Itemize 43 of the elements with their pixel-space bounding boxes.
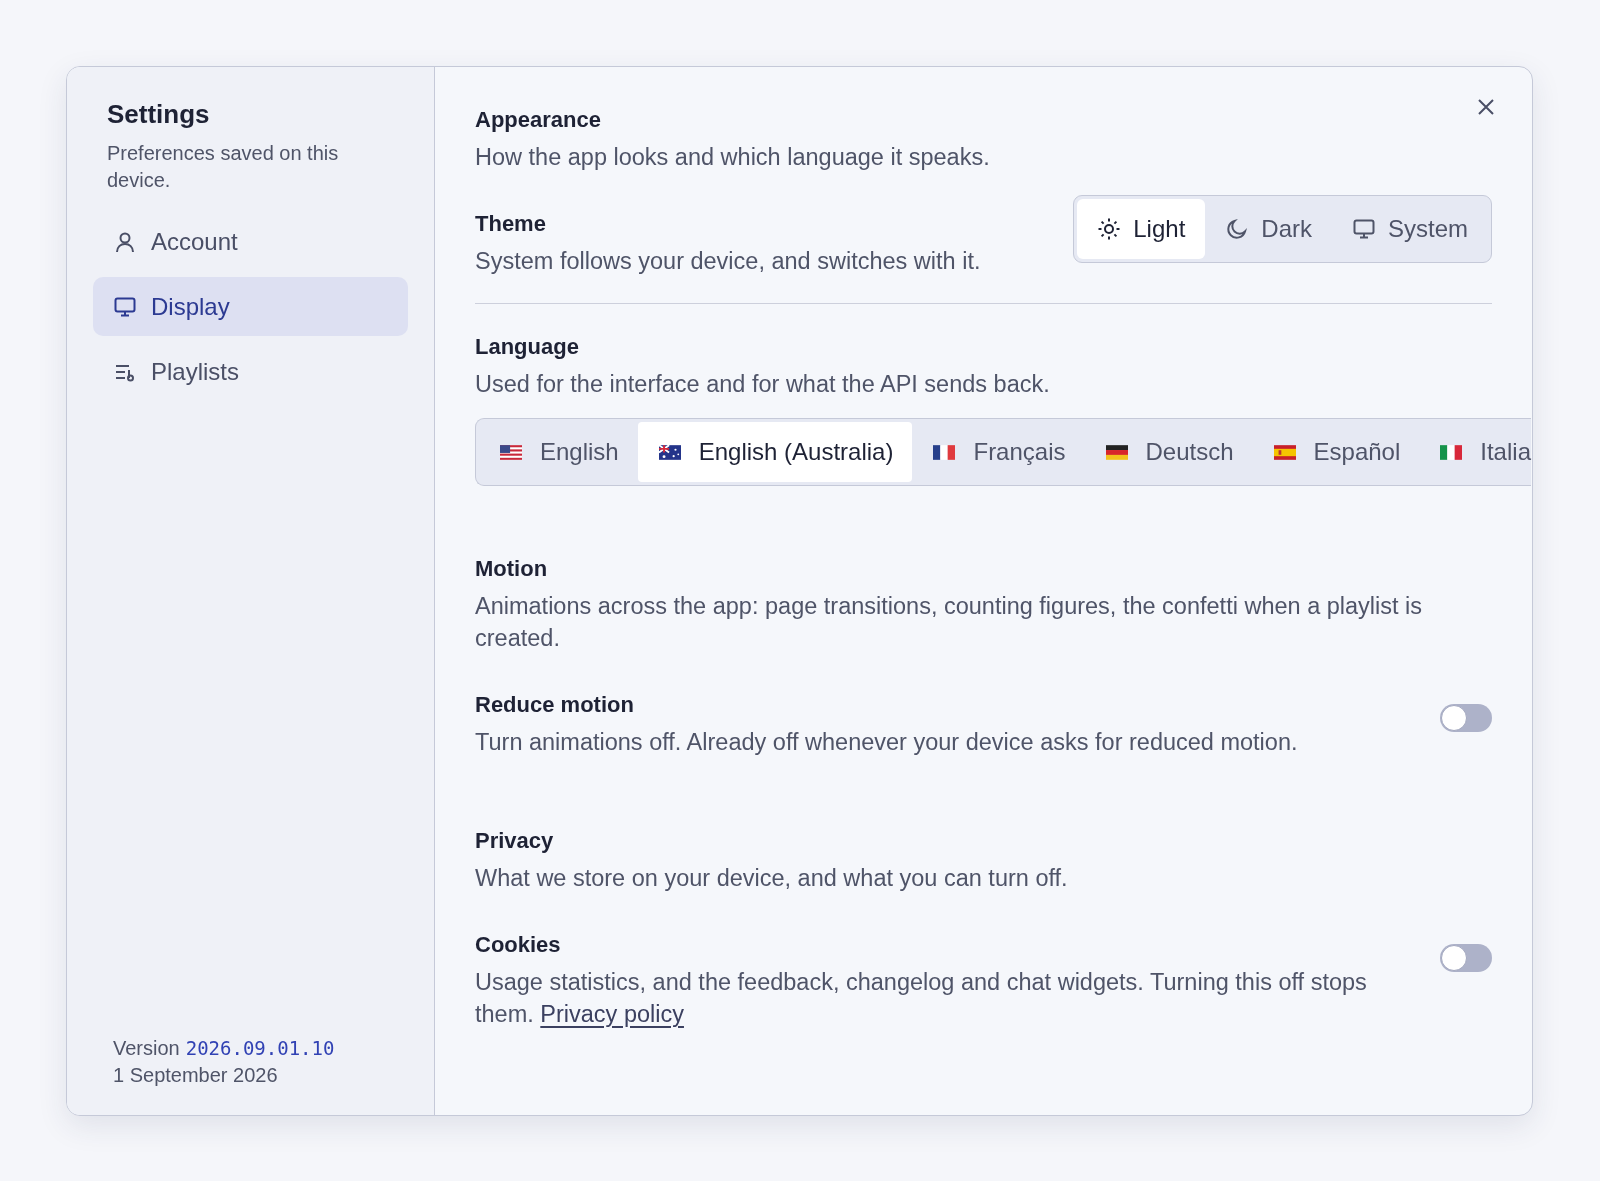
language-option[interactable]: English (Australia) [637, 422, 913, 482]
section-description: Animations across the app: page transitions, counting figures, the confetti when a playlist is created. [475, 592, 1424, 653]
language-option[interactable]: Español [1252, 422, 1420, 482]
flag-icon [658, 444, 681, 460]
theme-option[interactable]: System [1332, 199, 1488, 259]
flag-icon [1105, 444, 1128, 460]
setting-title: Reduce motion [475, 692, 634, 718]
sun-icon [1097, 217, 1122, 241]
sidebar-item[interactable]: Playlists [93, 342, 408, 401]
section-title: Appearance [475, 107, 601, 133]
setting-title: Cookies [475, 932, 561, 958]
language-option[interactable]: Français [912, 422, 1085, 482]
flag-icon [500, 444, 522, 460]
flag-icon [933, 444, 956, 460]
section-description: What we store on your device, and what you can turn off. [475, 864, 1069, 893]
toggle-switch[interactable] [1440, 944, 1492, 972]
version-number: 2026.09.01.10 [185, 1037, 335, 1059]
sidebar-item[interactable]: Account [93, 212, 408, 271]
language-option[interactable]: Deutsch [1084, 422, 1253, 482]
setting-description: Usage statistics, and the feedback, changelog and chat widgets. Turning this off stops them. Privacy policy [475, 968, 1368, 1029]
privacy-link[interactable]: Privacy policy [540, 1001, 684, 1027]
theme-option[interactable]: Light [1077, 199, 1206, 259]
monitor-icon [1352, 217, 1376, 241]
release-date: 1 September 2026 [113, 1063, 279, 1088]
sidebar-item[interactable]: Display [93, 277, 408, 336]
section-title: Motion [475, 556, 548, 582]
setting-description: System follows your device, and switches with it. [475, 247, 981, 276]
setting-title: Theme [475, 211, 546, 237]
section-description: How the app looks and which language it speaks. [475, 143, 991, 172]
language-option[interactable]: Italia [1419, 422, 1531, 482]
version-label: Version [113, 1037, 180, 1059]
sidebar-title: Settings [107, 99, 211, 130]
sidebar-subtitle: Preferences saved on this device. [107, 141, 340, 193]
flag-icon [1273, 444, 1296, 460]
toggle-switch[interactable] [1440, 704, 1492, 732]
theme-option[interactable]: Dark [1205, 199, 1332, 259]
language-option[interactable]: English [479, 422, 638, 482]
flag-icon [1440, 444, 1463, 460]
moon-icon [1225, 217, 1250, 241]
setting-description: Used for the interface and for what the API sends back. [475, 370, 1050, 399]
section-title: Privacy [475, 828, 554, 854]
setting-description: Turn animations off. Already off whenever your device asks for reduced motion. [475, 728, 1298, 757]
setting-title: Language [475, 334, 579, 360]
